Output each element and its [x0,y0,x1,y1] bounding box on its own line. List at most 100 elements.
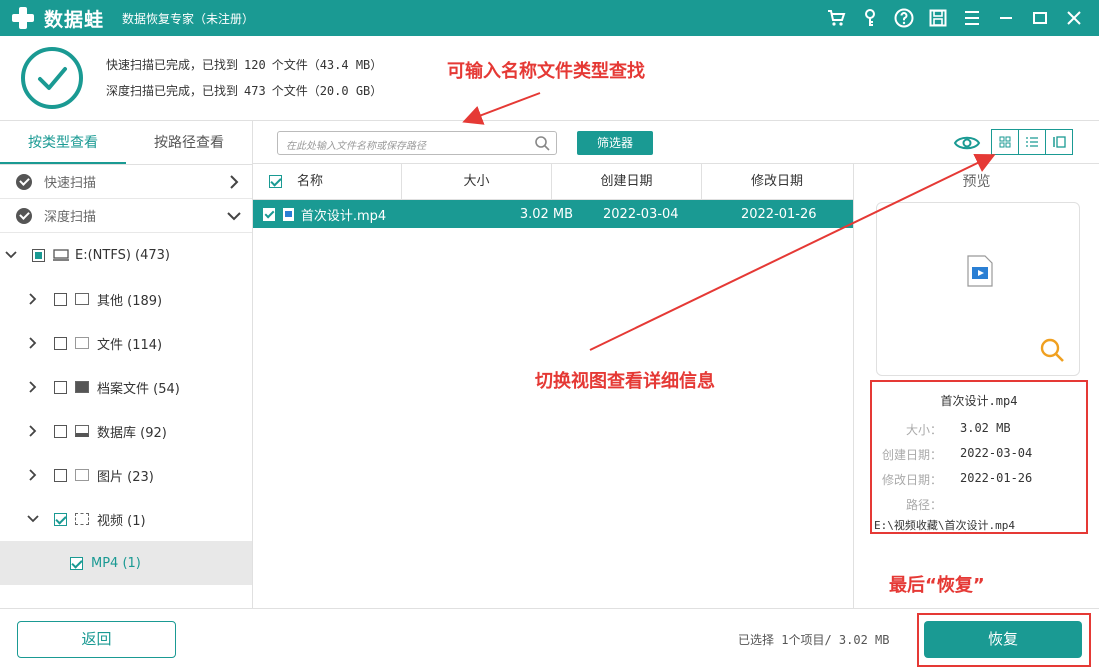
chevron-right-icon[interactable] [26,380,40,394]
video-checkbox[interactable] [54,512,67,526]
tree-item-mp4[interactable]: MP4 (1) [0,541,252,585]
tree-label-archives: 档案文件 (54) [97,381,180,397]
video-icon [75,513,89,525]
save-button[interactable] [921,0,955,36]
tree-item-database[interactable]: 数据库 (92) [0,409,252,453]
tree-item-documents[interactable]: 文件 (114) [0,321,252,365]
documents-checkbox[interactable] [54,336,67,350]
cart-button[interactable] [819,0,853,36]
logo-text: 数据蛙 [44,8,105,31]
mp4-checkbox[interactable] [70,556,83,570]
maximize-button[interactable] [1023,0,1057,36]
quick-scan-check-icon [16,173,32,190]
key-icon [865,9,875,26]
folder-icon [75,293,89,305]
info-path-value: E:\视频收藏\首次设计.mp4 [874,519,1015,532]
tree-item-video[interactable]: 视频 (1) [0,497,252,541]
menu-icon [965,11,979,25]
help-icon [894,8,914,28]
title-bar: 数据蛙 数据恢复专家（未注册） [0,0,1099,36]
help-button[interactable] [887,0,921,36]
tree-item-images[interactable]: 图片 (23) [0,453,252,497]
chevron-down-icon[interactable] [4,248,18,262]
toolbar: 在此处输入文件名称或保存路径 筛选器 [253,120,1099,164]
preview-thumbnail [876,202,1080,376]
row-checkbox[interactable] [263,207,276,221]
deep-scan-check-icon [16,207,32,224]
key-button[interactable] [853,0,887,36]
preview-panel: 预览 首次设计.mp4 大小： 3.02 MB 创建日期： 2022-03-04… [854,164,1099,608]
close-button[interactable] [1057,0,1091,36]
deep-scan-label: 深度扫描 [44,210,97,225]
zoom-icon[interactable] [1039,337,1065,363]
info-path-label: 路径： [905,498,942,512]
recover-button[interactable]: 恢复 [924,621,1082,658]
preview-toggle-eye-icon[interactable] [953,132,981,154]
tree-label-images: 图片 (23) [97,469,154,485]
grid-view-button[interactable] [991,129,1019,155]
info-created-value: 2022-03-04 [960,446,1033,460]
quick-scan-result: 快速扫描已完成，已找到 120 个文件（43.4 MB） [106,56,382,73]
column-name[interactable]: 名称 [297,163,402,200]
search-input[interactable]: 在此处输入文件名称或保存路径 [277,131,557,155]
column-created[interactable]: 创建日期 [552,163,702,200]
left-panel: 按类型查看 按路径查看 快速扫描 深度扫描 E:(NTFS) (473) 其他 … [0,120,253,608]
deep-scan-prefix: 深度扫描已完成，已找到 [106,84,239,98]
chevron-right-icon[interactable] [26,292,40,306]
file-info-box: 首次设计.mp4 大小： 3.02 MB 创建日期： 2022-03-04 修改… [870,380,1088,534]
logo-cross-icon [10,5,36,31]
grid-view-icon [999,136,1011,148]
info-file-name: 首次设计.mp4 [940,394,1018,408]
column-size[interactable]: 大小 [402,163,552,200]
chevron-down-icon[interactable] [26,512,40,526]
deep-scan-suffix: 个文件（20.0 GB） [271,84,383,98]
drive-checkbox[interactable] [32,248,45,262]
quick-scan-label: 快速扫描 [44,176,97,191]
annotation-search-hint: 可输入名称文件类型查找 [447,61,645,82]
recover-highlight-frame: 恢复 [917,613,1091,667]
save-icon [929,9,947,27]
window-controls [819,0,1091,36]
tree-label-database: 数据库 (92) [97,425,167,441]
info-size-label: 大小： [905,423,942,437]
column-modified[interactable]: 修改日期 [702,164,852,200]
tree-label-video: 视频 (1) [97,513,146,529]
filter-button[interactable]: 筛选器 [577,131,653,155]
archives-checkbox[interactable] [54,380,67,394]
row-name: 首次设计.mp4 [300,208,387,224]
detail-view-button[interactable] [1045,129,1073,155]
app-logo: 数据蛙 [10,5,104,32]
database-checkbox[interactable] [54,424,67,438]
database-icon [75,425,89,437]
deep-scan-row[interactable]: 深度扫描 [0,199,252,233]
cart-icon [828,10,846,26]
chevron-right-icon[interactable] [26,468,40,482]
minimize-button[interactable] [989,0,1023,36]
minimize-icon [1000,17,1012,19]
maximize-icon [1033,12,1047,24]
tree-item-drive[interactable]: E:(NTFS) (473) [0,233,252,277]
back-button[interactable]: 返回 [17,621,176,658]
search-icon[interactable] [534,135,550,151]
chevron-right-icon[interactable] [26,336,40,350]
table-row[interactable]: 首次设计.mp4 3.02 MB 2022-03-04 2022-01-26 [253,200,853,228]
app-title: 数据恢复专家（未注册） [122,11,255,26]
info-path-row: 路径： [872,496,1086,513]
menu-button[interactable] [955,0,989,36]
tab-by-path[interactable]: 按路径查看 [126,121,252,164]
tree-item-other[interactable]: 其他 (189) [0,277,252,321]
other-checkbox[interactable] [54,292,67,306]
chevron-right-icon[interactable] [26,424,40,438]
tab-by-type[interactable]: 按类型查看 [0,121,126,164]
deep-scan-count: 473 [244,84,266,98]
select-all-checkbox[interactable] [268,175,282,188]
quick-scan-prefix: 快速扫描已完成，已找到 [106,58,239,72]
quick-scan-row[interactable]: 快速扫描 [0,165,252,199]
detail-view-icon [1053,136,1066,148]
chevron-right-icon [230,175,239,189]
images-checkbox[interactable] [54,468,67,482]
list-view-button[interactable] [1018,129,1046,155]
view-mode-switcher [991,129,1073,155]
tree-item-archives[interactable]: 档案文件 (54) [0,365,252,409]
deep-scan-result: 深度扫描已完成，已找到 473 个文件（20.0 GB） [106,82,382,99]
